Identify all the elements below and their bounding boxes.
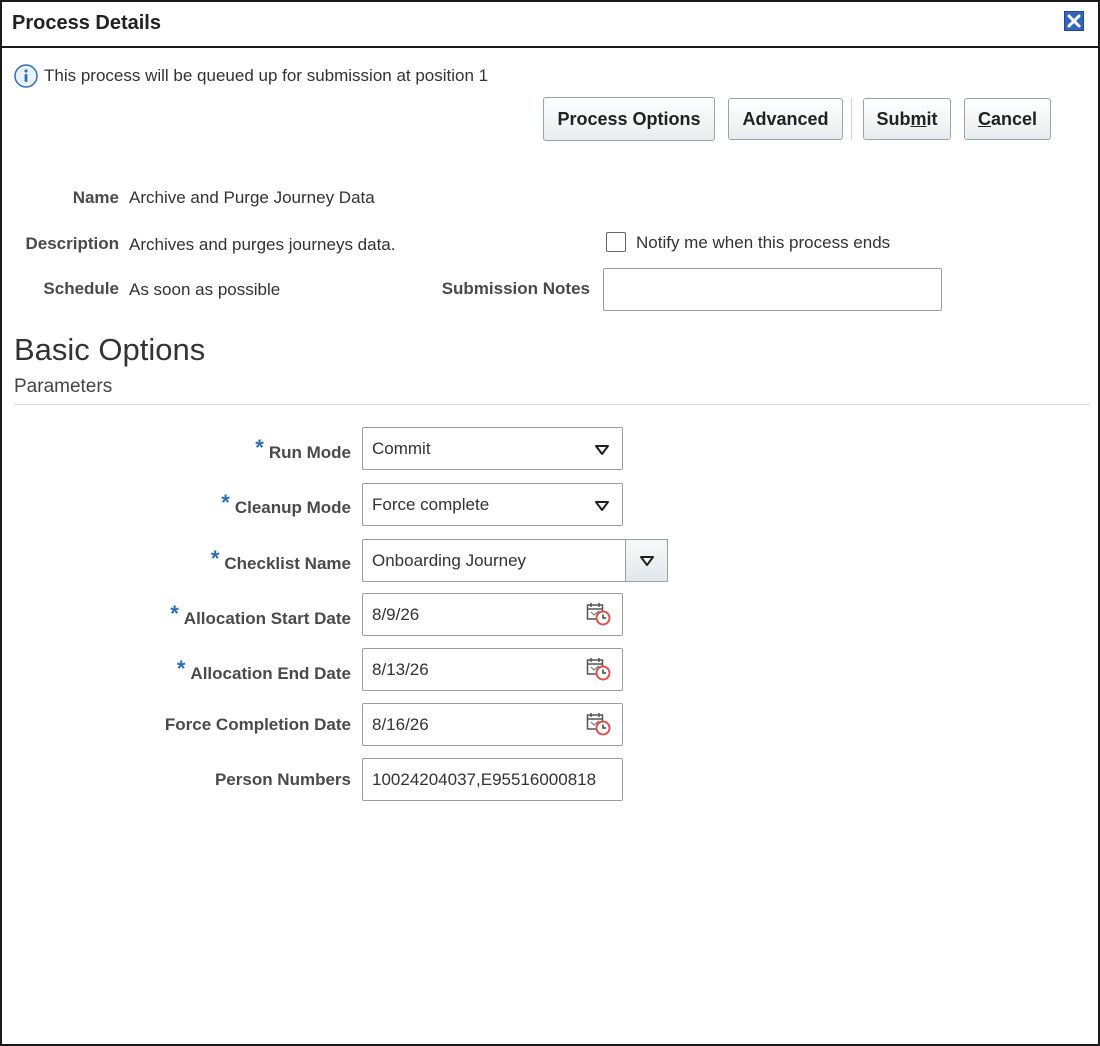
run-mode-value: Commit	[372, 439, 431, 458]
allocation-start-date-input[interactable]: 8/9/26	[362, 593, 623, 636]
submit-accesskey: m	[910, 109, 927, 129]
parameters-heading: Parameters	[14, 376, 113, 397]
close-icon-glyph	[1067, 14, 1081, 28]
chevron-down-icon	[595, 501, 609, 511]
name-value: Archive and Purge Journey Data	[129, 188, 375, 207]
process-options-button[interactable]: Process Options	[543, 97, 715, 141]
toolbar-separator	[851, 98, 852, 140]
calendar-clock-icon[interactable]	[586, 656, 612, 682]
submit-label-part: Sub	[876, 109, 911, 129]
section-divider	[14, 404, 1090, 405]
submission-notes-field[interactable]	[603, 268, 942, 311]
run-mode-select[interactable]: Commit	[362, 427, 623, 470]
run-mode-label-text: Run Mode	[268, 443, 351, 462]
basic-options-heading: Basic Options	[14, 332, 206, 367]
checklist-name-label-text: Checklist Name	[224, 554, 351, 573]
force-completion-date-value: 8/16/26	[372, 715, 429, 734]
cancel-button[interactable]: Cancel	[964, 98, 1051, 140]
allocation-start-date-label-text: Allocation Start Date	[183, 609, 351, 628]
allocation-start-date-value: 8/9/26	[372, 605, 420, 624]
description-value: Archives and purges journeys data.	[129, 235, 396, 254]
submission-notes-label: Submission Notes	[441, 279, 590, 298]
close-icon[interactable]	[1064, 11, 1084, 31]
allocation-end-date-input[interactable]: 8/13/26	[362, 648, 623, 691]
required-marker: *	[210, 546, 220, 571]
notify-label: Notify me when this process ends	[636, 233, 891, 252]
description-label: Description	[25, 234, 119, 253]
person-numbers-value: 10024204037,E95516000818	[372, 770, 597, 789]
required-marker: *	[170, 601, 179, 626]
schedule-value: As soon as possible	[129, 280, 281, 299]
required-marker: *	[255, 435, 264, 460]
person-numbers-label: Person Numbers	[214, 770, 351, 789]
dialog-title: Process Details	[12, 12, 161, 34]
dialog-titlebar: Process Details	[2, 2, 1098, 48]
submit-button[interactable]: Submit	[863, 98, 951, 140]
run-mode-label: * Run Mode	[255, 435, 351, 464]
allocation-end-date-label-text: Allocation End Date	[190, 664, 351, 683]
info-message-text: This process will be queued up for submi…	[44, 66, 489, 85]
checklist-name-value: Onboarding Journey	[372, 551, 527, 570]
person-numbers-input[interactable]: 10024204037,E95516000818	[362, 758, 623, 801]
name-label: Name	[72, 188, 119, 207]
submit-label-part: it	[926, 109, 938, 129]
calendar-clock-icon[interactable]	[586, 711, 612, 737]
cleanup-mode-label-text: Cleanup Mode	[234, 498, 351, 517]
allocation-start-date-label: * Allocation Start Date	[170, 601, 351, 630]
advanced-button[interactable]: Advanced	[728, 98, 843, 140]
required-marker: *	[221, 490, 230, 515]
process-details-dialog: Process Details This process will be que…	[0, 0, 1100, 1046]
cleanup-mode-label: * Cleanup Mode	[221, 490, 351, 519]
checklist-name-dropdown-button[interactable]	[625, 539, 668, 582]
checklist-name-input[interactable]: Onboarding Journey	[362, 539, 626, 582]
checklist-name-label: * Checklist Name	[210, 546, 351, 575]
chevron-down-icon	[595, 445, 609, 455]
info-icon	[14, 64, 38, 88]
allocation-end-date-value: 8/13/26	[372, 660, 429, 679]
chevron-down-icon	[640, 556, 654, 566]
cancel-accesskey: C	[977, 109, 991, 129]
schedule-label: Schedule	[43, 279, 119, 298]
calendar-clock-icon[interactable]	[586, 601, 612, 627]
allocation-end-date-label: * Allocation End Date	[176, 656, 351, 685]
notify-checkbox[interactable]	[606, 232, 626, 252]
cancel-label-part: ancel	[990, 109, 1038, 129]
force-completion-date-input[interactable]: 8/16/26	[362, 703, 623, 746]
cleanup-mode-select[interactable]: Force complete	[362, 483, 623, 526]
required-marker: *	[176, 656, 186, 681]
cleanup-mode-value: Force complete	[372, 495, 490, 514]
force-completion-date-label: Force Completion Date	[164, 715, 351, 734]
